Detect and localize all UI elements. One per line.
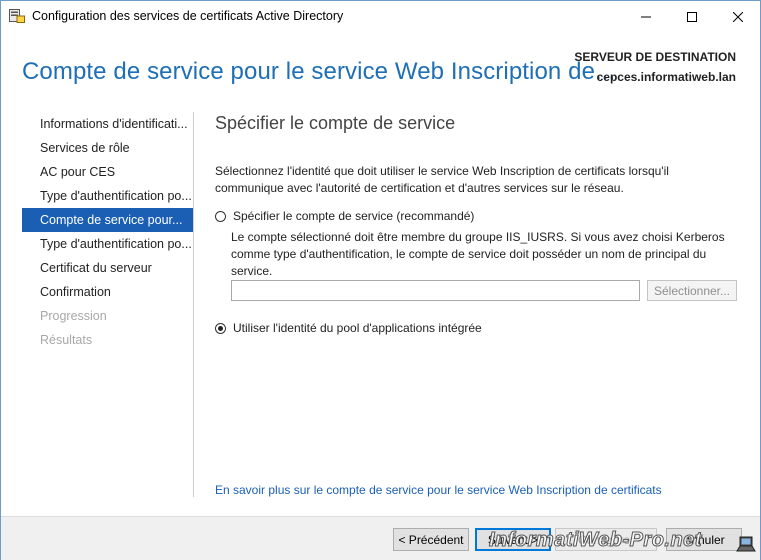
page-title: Compte de service pour le service Web In… bbox=[22, 58, 616, 85]
section-description: Sélectionnez l'identité que doit utilise… bbox=[215, 164, 669, 195]
specify-account-note: Le compte sélectionné doit être membre d… bbox=[231, 230, 725, 278]
nav-item-service-account[interactable]: Compte de service pour... bbox=[22, 208, 194, 232]
nav-item-credentials[interactable]: Informations d'identificati... bbox=[22, 112, 194, 136]
watermark: InformatiWeb-Pro.net bbox=[489, 529, 702, 552]
select-account-button[interactable]: Sélectionner... bbox=[647, 280, 737, 301]
nav-item-ca-for-ces[interactable]: AC pour CES bbox=[22, 160, 194, 184]
app-pool-identity-radio[interactable] bbox=[215, 322, 226, 334]
specify-account-radio[interactable] bbox=[215, 210, 226, 222]
maximize-button[interactable] bbox=[669, 1, 715, 32]
service-account-help-link[interactable]: En savoir plus sur le compte de service … bbox=[215, 483, 662, 497]
section-title: Spécifier le compte de service bbox=[215, 113, 456, 133]
destination-server-label: SERVEUR DE DESTINATION bbox=[574, 50, 736, 64]
nav-item-authentication-type-1[interactable]: Type d'authentification po... bbox=[22, 184, 194, 208]
server-app-icon bbox=[9, 9, 25, 23]
close-button[interactable] bbox=[715, 1, 761, 32]
specify-account-option[interactable]: Spécifier le compte de service (recomman… bbox=[215, 209, 474, 223]
service-account-field[interactable] bbox=[231, 280, 640, 301]
destination-server-name: cepces.informatiweb.lan bbox=[596, 70, 736, 84]
specify-account-label: Spécifier le compte de service (recomman… bbox=[233, 209, 475, 223]
wizard-window: Configuration des services de certificat… bbox=[0, 0, 761, 560]
minimize-button[interactable] bbox=[623, 1, 669, 32]
wizard-steps-nav: Informations d'identificati... Services … bbox=[22, 112, 194, 352]
window-title: Configuration des services de certificat… bbox=[32, 9, 344, 23]
nav-item-authentication-type-2[interactable]: Type d'authentification po... bbox=[22, 232, 194, 256]
minimize-icon bbox=[641, 16, 651, 17]
app-pool-identity-label: Utiliser l'identité du pool d'applicatio… bbox=[233, 321, 482, 335]
previous-button[interactable]: < Précédent bbox=[393, 528, 469, 551]
close-icon bbox=[733, 11, 743, 22]
nav-item-results: Résultats bbox=[40, 333, 93, 347]
app-pool-identity-option[interactable]: Utiliser l'identité du pool d'applicatio… bbox=[215, 321, 482, 335]
title-bar: Configuration des services de certificat… bbox=[1, 1, 760, 32]
nav-item-role-services[interactable]: Services de rôle bbox=[22, 136, 194, 160]
maximize-icon bbox=[687, 11, 697, 22]
nav-item-server-certificate[interactable]: Certificat du serveur bbox=[22, 256, 194, 280]
laptop-icon bbox=[736, 536, 756, 552]
nav-item-progress: Progression bbox=[40, 309, 107, 323]
nav-item-confirmation[interactable]: Confirmation bbox=[22, 280, 194, 304]
nav-divider bbox=[193, 112, 194, 497]
